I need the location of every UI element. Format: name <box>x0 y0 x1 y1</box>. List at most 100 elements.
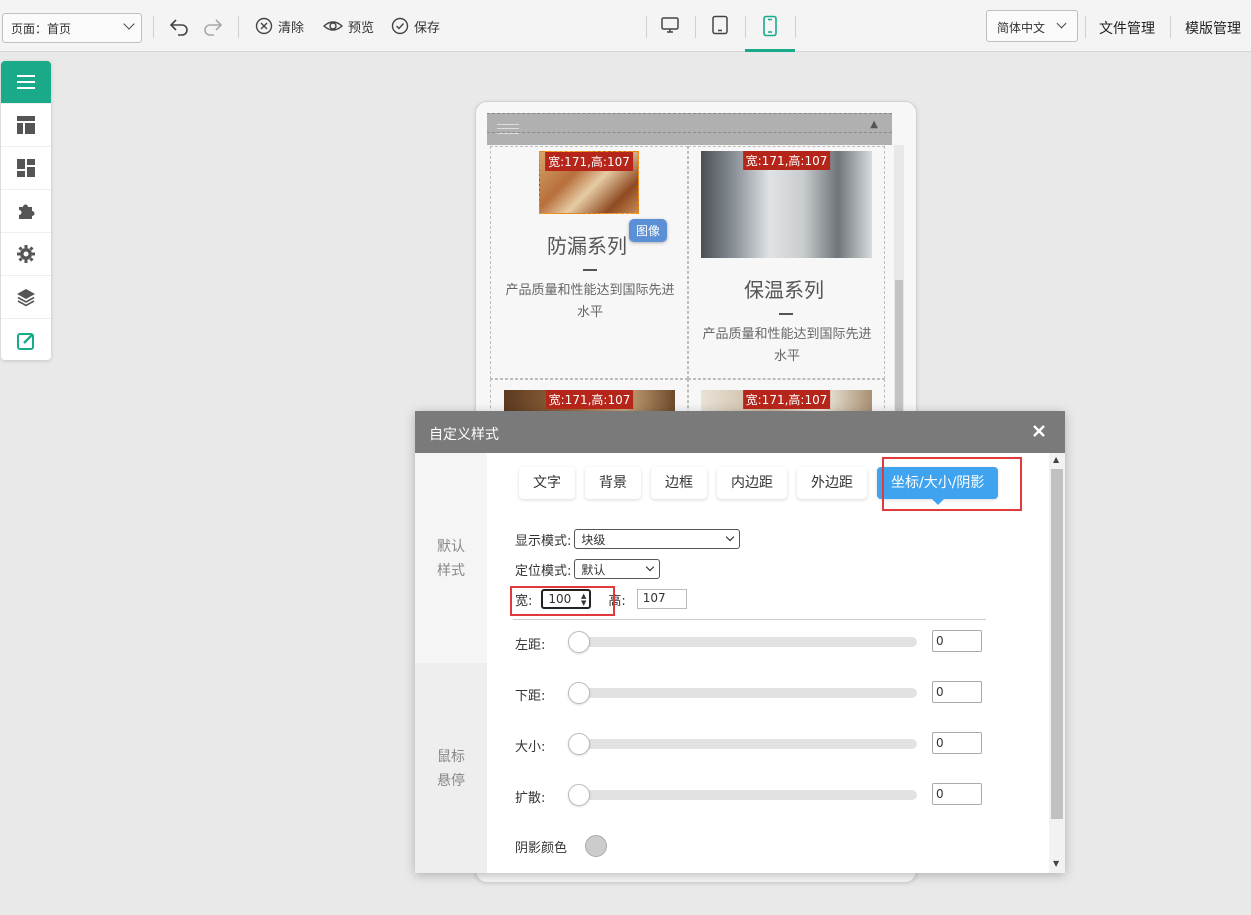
plugin-icon <box>19 204 35 219</box>
height-value: 107 <box>642 591 666 605</box>
shadow-blur-input[interactable]: 0 <box>932 732 982 754</box>
chevron-down-icon <box>726 532 735 542</box>
chevron-down-icon <box>123 18 135 30</box>
save-label: 保存 <box>414 20 441 36</box>
state-tab-hover-label[interactable]: 鼠标悬停 <box>437 745 467 793</box>
product-card[interactable]: 宽:171,高:107 保温系列 产品质量和性能达到国际先进水平 <box>688 146 885 379</box>
shadow-color-label: 阴影颜色 <box>515 840 568 856</box>
preview-header-bar[interactable]: ▲ <box>487 113 892 145</box>
eye-icon <box>323 21 343 31</box>
shadow-y-slider-row: 下距: 0 <box>515 681 985 705</box>
dialog-scrollbar-thumb[interactable] <box>1051 469 1063 819</box>
language-select[interactable]: 简体中文 <box>986 10 1078 42</box>
position-mode-select[interactable]: 默认 <box>574 559 661 579</box>
shadow-y-input[interactable]: 0 <box>932 681 982 703</box>
page-select[interactable]: 页面：首页 <box>2 13 142 43</box>
close-icon[interactable] <box>1029 421 1049 441</box>
product-image[interactable]: 宽:171,高:107 <box>701 151 872 258</box>
dialog-scrollbar[interactable]: ▲ ▼ <box>1049 453 1065 873</box>
left-tool-panel <box>1 61 51 360</box>
shadow-color-swatch[interactable] <box>585 835 608 857</box>
template-manage-link[interactable]: 模版管理 <box>1185 18 1241 38</box>
menu-button[interactable] <box>1 61 51 104</box>
position-mode-row: 定位模式: 默认 <box>515 559 661 579</box>
tab-padding[interactable]: 内边距 <box>717 467 787 499</box>
shadow-x-input[interactable]: 0 <box>932 630 982 652</box>
image-size-label: 宽:171,高:107 <box>545 152 633 171</box>
dashboard-button[interactable] <box>1 147 51 190</box>
clear-label: 清除 <box>278 20 305 36</box>
display-mode-row: 显示模式: 块级 <box>515 529 741 549</box>
shadow-blur-label: 大小: <box>515 740 546 755</box>
scroll-down-arrow-icon[interactable]: ▼ <box>1053 859 1059 868</box>
layout-button[interactable] <box>1 104 51 147</box>
tab-text[interactable]: 文字 <box>519 467 575 499</box>
product-card[interactable]: 宽:171,高:107 防漏系列 产品质量和性能达到国际先进水平 图像 <box>490 146 688 379</box>
undo-icon[interactable] <box>168 15 190 37</box>
redo-icon[interactable] <box>202 15 224 37</box>
scroll-up-arrow-icon[interactable]: ▲ <box>870 119 878 130</box>
divider <box>238 16 239 38</box>
file-manage-link[interactable]: 文件管理 <box>1099 18 1155 38</box>
title-divider <box>779 313 793 315</box>
scroll-up-arrow-icon[interactable]: ▲ <box>1053 455 1059 464</box>
divider <box>1170 16 1171 38</box>
edit-icon <box>17 332 34 350</box>
shadow-x-knob[interactable] <box>568 631 590 653</box>
dashed-guide <box>487 132 892 133</box>
shadow-x-slider-row: 左距: 0 <box>515 630 985 654</box>
menu-icon <box>17 75 35 89</box>
dashboard-icon <box>17 159 35 177</box>
product-image[interactable]: 宽:171,高:107 <box>539 151 639 214</box>
state-tab-default[interactable]: 默认样式 <box>415 453 487 663</box>
shadow-y-knob[interactable] <box>568 682 590 704</box>
shadow-color-row: 阴影颜色 <box>515 835 608 857</box>
edit-button[interactable] <box>1 319 51 360</box>
product-description: 产品质量和性能达到国际先进水平 <box>702 327 872 364</box>
tablet-view-button[interactable] <box>695 12 745 52</box>
shadow-spread-track[interactable] <box>568 790 917 800</box>
tab-border[interactable]: 边框 <box>651 467 707 499</box>
mobile-icon <box>763 15 777 37</box>
shadow-y-track[interactable] <box>568 688 917 698</box>
image-size-label: 宽:171,高:107 <box>742 151 831 170</box>
plugin-button[interactable] <box>1 190 51 233</box>
display-mode-value: 块级 <box>581 533 606 547</box>
shadow-y-label: 下距: <box>515 689 546 704</box>
preview-button[interactable]: 预览 <box>323 14 374 38</box>
shadow-blur-knob[interactable] <box>568 733 590 755</box>
save-button[interactable]: 保存 <box>391 14 440 38</box>
display-mode-label: 显示模式: <box>515 533 572 549</box>
state-tab-default-label: 默认样式 <box>437 539 465 579</box>
desktop-view-button[interactable] <box>645 12 695 52</box>
shadow-spread-input[interactable]: 0 <box>932 783 982 805</box>
clear-button[interactable]: 清除 <box>255 14 304 38</box>
product-description: 产品质量和性能达到国际先进水平 <box>505 283 675 320</box>
layers-icon <box>17 289 35 307</box>
highlight-frame <box>510 586 615 616</box>
dialog-header[interactable]: 自定义样式 <box>415 411 1065 453</box>
shadow-spread-slider-row: 扩散: 0 <box>515 783 985 807</box>
settings-button[interactable] <box>1 233 51 276</box>
height-input[interactable]: 107 <box>636 589 687 609</box>
highlight-frame <box>882 457 1022 511</box>
tab-background[interactable]: 背景 <box>585 467 641 499</box>
shadow-blur-track[interactable] <box>568 739 917 749</box>
title-divider <box>583 269 597 271</box>
shadow-spread-label: 扩散: <box>515 791 546 806</box>
tab-margin[interactable]: 外边距 <box>797 467 867 499</box>
preview-label: 预览 <box>348 20 375 36</box>
layers-button[interactable] <box>1 276 51 319</box>
product-title: 防漏系列 <box>547 234 627 258</box>
language-value: 简体中文 <box>997 21 1046 35</box>
display-mode-select[interactable]: 块级 <box>574 529 741 549</box>
layout-icon <box>17 116 35 134</box>
element-type-badge: 图像 <box>629 219 668 242</box>
chevron-down-icon <box>1056 18 1067 29</box>
state-sidebar: 默认样式 鼠标悬停 <box>415 453 487 873</box>
section-divider <box>513 619 986 620</box>
mobile-view-button[interactable] <box>745 12 795 52</box>
shadow-spread-knob[interactable] <box>568 784 590 806</box>
shadow-x-track[interactable] <box>568 637 917 647</box>
shadow-blur-slider-row: 大小: 0 <box>515 732 985 756</box>
